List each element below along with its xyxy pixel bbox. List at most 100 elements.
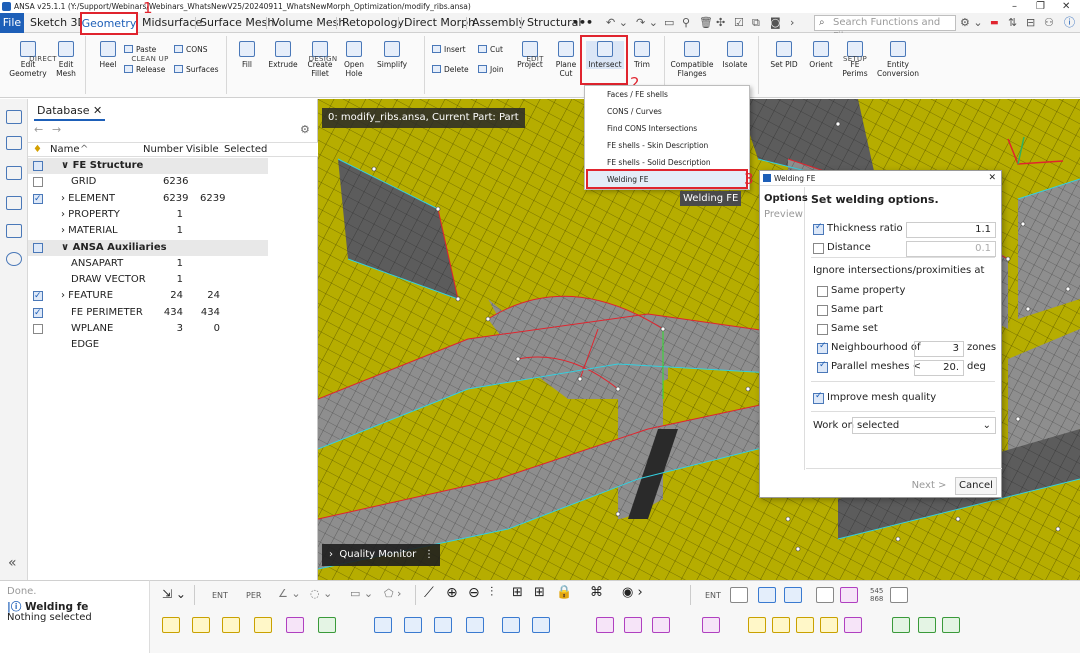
yellow-shape-3-icon[interactable]: [222, 617, 240, 633]
tab-direct-morph[interactable]: Direct Morph: [404, 13, 475, 33]
same-property-checkbox[interactable]: [817, 286, 828, 297]
same-part-checkbox[interactable]: [817, 305, 828, 316]
simplify-button[interactable]: Simplify: [374, 41, 410, 69]
target-icon[interactable]: ◉ ›: [622, 585, 643, 600]
collapse-icon[interactable]: «: [8, 555, 17, 571]
panel-settings-icon[interactable]: ⚙: [300, 123, 310, 136]
database-row[interactable]: FE PERIMETER 434 434: [28, 305, 268, 321]
mesh-node-icon[interactable]: [466, 617, 484, 633]
close-tab-icon[interactable]: ✕: [93, 104, 102, 117]
expand-toggle[interactable]: [33, 161, 43, 171]
grid2-icon[interactable]: ⊞: [534, 585, 545, 600]
mesh-solid-icon[interactable]: [404, 617, 422, 633]
transparency-icon[interactable]: [890, 587, 908, 603]
circle-select-icon[interactable]: ◌ ⌄: [310, 587, 332, 600]
next-button[interactable]: Next >: [908, 477, 950, 495]
tab-surface-mesh[interactable]: Surface Mesh: [200, 13, 274, 33]
sort-icon[interactable]: ⇅: [1008, 14, 1017, 32]
menu-item-faces-fe-shells[interactable]: Faces / FE shells: [607, 89, 668, 101]
display-mode-icon[interactable]: [730, 587, 748, 603]
menu-item-welding-fe[interactable]: Welding FE: [607, 174, 648, 186]
database-row[interactable]: EDGE: [28, 337, 268, 353]
mesh-tria-icon[interactable]: [532, 617, 550, 633]
green-shape-icon[interactable]: [318, 617, 336, 633]
neighbourhood-input[interactable]: 3: [914, 341, 964, 357]
license-icon[interactable]: ▬: [990, 14, 999, 32]
dialog-close-icon[interactable]: ✕: [988, 171, 996, 186]
entity-conversion-button[interactable]: Entity Conversion: [876, 41, 920, 78]
green-sheet-icon[interactable]: [918, 617, 936, 633]
tab-assembly[interactable]: Assembly: [472, 13, 525, 33]
visibility-checkbox[interactable]: [33, 177, 43, 188]
pointer-icon[interactable]: ⇲ ⌄: [162, 587, 186, 601]
check-icon[interactable]: ☑: [734, 14, 744, 32]
mesh-quad-icon[interactable]: [502, 617, 520, 633]
join-button[interactable]: Join: [478, 65, 504, 75]
col-selected[interactable]: Selected: [224, 144, 267, 155]
menu-item-solid-description[interactable]: FE shells - Solid Description: [607, 157, 711, 169]
settings-icon[interactable]: [6, 252, 22, 266]
polygon-select-icon[interactable]: ⬠ ›: [384, 587, 401, 600]
tab-database[interactable]: Database ✕: [34, 103, 106, 121]
parts-icon[interactable]: [6, 166, 22, 180]
database-row[interactable]: GRID 6236: [28, 174, 268, 190]
wireframe-cube-icon[interactable]: [816, 587, 834, 603]
improve-quality-checkbox[interactable]: [813, 391, 824, 404]
database-row[interactable]: › ELEMENT 6239 6239: [28, 191, 268, 207]
pink-target-icon[interactable]: [652, 617, 670, 633]
minus-icon[interactable]: ⊖: [468, 585, 480, 601]
clip-icon[interactable]: [796, 617, 814, 633]
colored-cube-icon[interactable]: [784, 587, 802, 603]
database-row[interactable]: DRAW VECTOR 1: [28, 272, 268, 288]
thickness-ratio-checkbox[interactable]: [813, 222, 824, 235]
parallel-meshes-checkbox[interactable]: [817, 360, 828, 373]
assembly-icon[interactable]: [6, 196, 22, 210]
line-icon[interactable]: ⟋: [424, 585, 434, 601]
compatible-flanges-button[interactable]: Compatible Flanges: [670, 41, 714, 78]
curves-icon[interactable]: [6, 224, 22, 238]
tab-file[interactable]: File: [0, 13, 24, 33]
same-set-checkbox[interactable]: [817, 324, 828, 335]
trash-icon[interactable]: 🗑: [699, 14, 713, 32]
neighbourhood-checkbox[interactable]: [817, 341, 828, 354]
heel-button[interactable]: Heel: [93, 41, 123, 69]
plus-icon[interactable]: ⊕: [446, 585, 458, 601]
surfaces-button[interactable]: Surfaces: [174, 65, 218, 75]
network-icon[interactable]: ⌘: [590, 585, 603, 600]
green-stack-icon[interactable]: [942, 617, 960, 633]
range-icon[interactable]: [844, 617, 862, 633]
box-select-icon[interactable]: ▭ ⌄: [350, 587, 373, 600]
align-icon[interactable]: ⧉: [752, 14, 760, 32]
user-icon[interactable]: ⚇: [1044, 14, 1054, 32]
maximize-button[interactable]: ❐: [1036, 0, 1045, 13]
angle-icon[interactable]: ∠ ⌄: [278, 587, 301, 600]
distance-checkbox[interactable]: [813, 243, 824, 254]
database-row[interactable]: › FEATURE 24 24: [28, 288, 268, 304]
database-row[interactable]: ANSAPART 1: [28, 256, 268, 272]
yellow-shape-1-icon[interactable]: [162, 617, 180, 633]
thickness-ratio-input[interactable]: 1.1: [906, 222, 996, 238]
trim-button[interactable]: Trim: [628, 41, 656, 69]
fill-button[interactable]: Fill: [236, 41, 258, 69]
database-group-row[interactable]: ∨ FE Structure: [28, 158, 268, 174]
menu-item-find-cons-intersections[interactable]: Find CONS Intersections: [607, 123, 697, 135]
grid-icon[interactable]: ⊞: [512, 585, 523, 600]
database-row[interactable]: WPLANE 3 0: [28, 321, 268, 337]
help-icon[interactable]: ⓘ: [1064, 14, 1075, 32]
model-tree-icon[interactable]: [6, 136, 22, 150]
yellow-shape-4-icon[interactable]: [254, 617, 272, 633]
nav-options[interactable]: Options: [764, 193, 808, 204]
cancel-button[interactable]: Cancel: [955, 477, 997, 495]
menu-item-cons-curves[interactable]: CONS / Curves: [607, 106, 662, 118]
shaded-cube-icon[interactable]: [758, 587, 776, 603]
feature-cube-icon[interactable]: [840, 587, 858, 603]
visibility-checkbox[interactable]: [33, 191, 43, 207]
forward-icon[interactable]: →: [52, 123, 61, 136]
nav-preview[interactable]: Preview: [764, 209, 803, 220]
search-input[interactable]: ⌕Search Functions and Fil...: [814, 15, 956, 42]
pink-gear-icon[interactable]: [596, 617, 614, 633]
cut-button[interactable]: Cut: [478, 45, 503, 55]
back-icon[interactable]: ←: [34, 123, 43, 136]
menu-item-skin-description[interactable]: FE shells - Skin Description: [607, 140, 708, 152]
set-pid-button[interactable]: Set PID: [766, 41, 802, 69]
